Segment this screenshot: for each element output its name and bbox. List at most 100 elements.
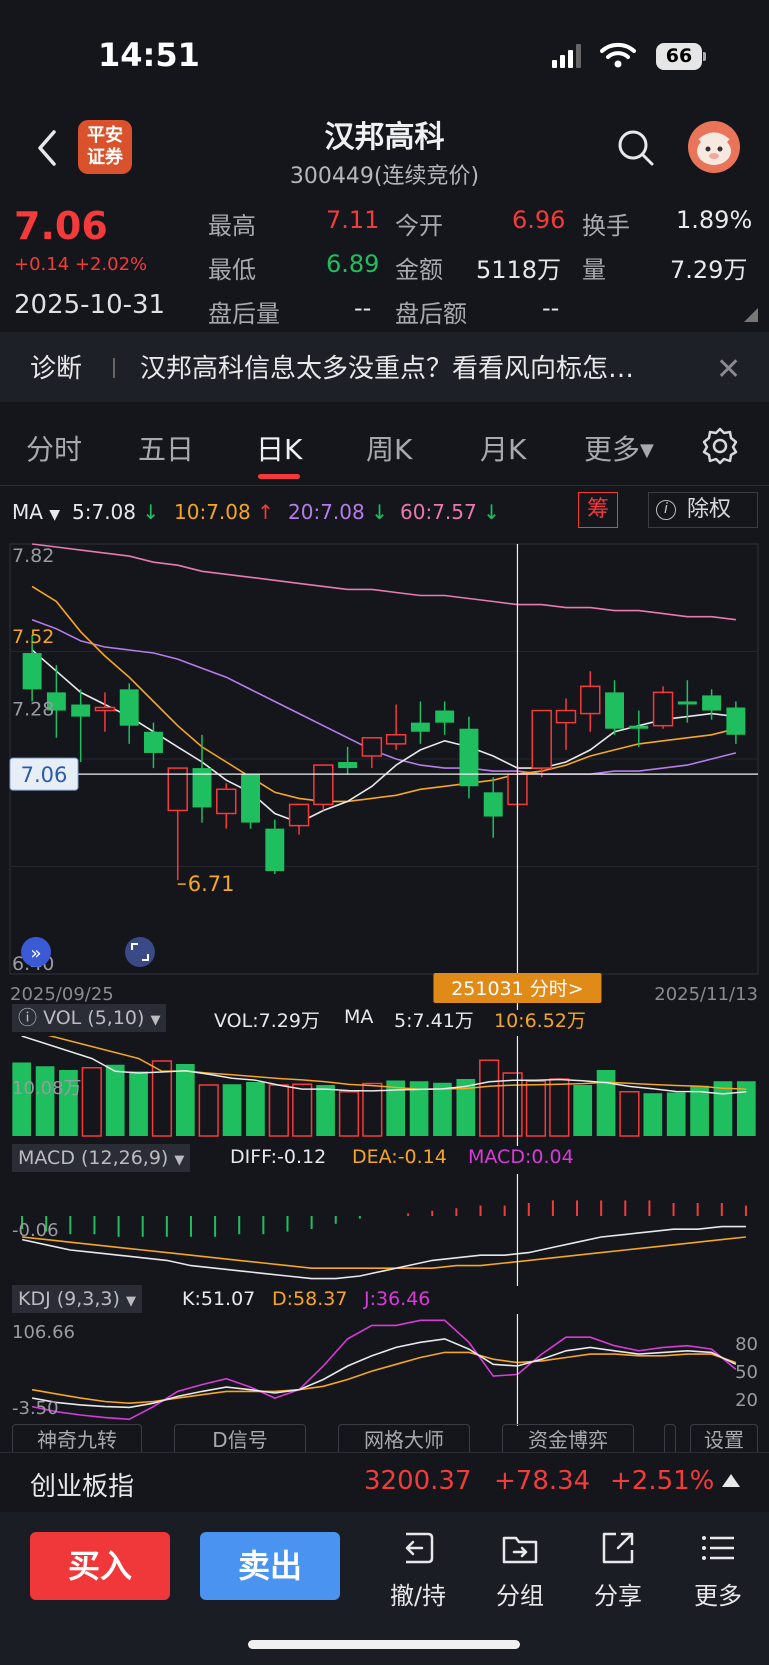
volume-bar	[386, 1080, 406, 1136]
kdj-d: D:58.37	[272, 1288, 348, 1310]
volume-bar	[129, 1071, 148, 1136]
tool-fund-game[interactable]: 资金博弈	[502, 1424, 634, 1454]
tab-intraday[interactable]: 分时	[26, 428, 82, 468]
dropdown-arrow-icon: ▼	[49, 507, 61, 523]
vol-indicator-selector[interactable]: ⓘ VOL (5,10) ▼	[12, 1004, 167, 1032]
volume-bar	[81, 1067, 102, 1137]
volume-chart[interactable]: 10.08万	[0, 1036, 769, 1146]
tab-monthly-k[interactable]: 月K	[480, 428, 526, 468]
volume-bar	[596, 1070, 616, 1136]
candle	[459, 716, 479, 799]
tool-magic-nine[interactable]: 神奇九转	[12, 1424, 142, 1454]
candle	[629, 710, 649, 747]
tab-more-label: 更多	[584, 433, 641, 466]
ma20-value: 20:7.08 ↓	[288, 500, 388, 524]
share-label: 分享	[594, 1582, 642, 1610]
candle-body	[22, 653, 42, 690]
more-button[interactable]: 更多	[678, 1528, 758, 1611]
y-axis-label: 7.52	[12, 626, 54, 648]
macd-chart[interactable]: -0.06	[0, 1174, 769, 1286]
ma10-text: 10:7.08	[174, 500, 251, 524]
share-button[interactable]: 分享	[578, 1528, 658, 1611]
after-volume-value: --	[354, 294, 372, 322]
price-tag-label: 7.06	[21, 763, 68, 787]
index-change: +78.34	[494, 1466, 591, 1496]
macd-title: MACD (12,26,9)	[18, 1147, 169, 1169]
x-axis-start-date: 2025/09/25	[10, 984, 114, 1005]
share-icon	[602, 1532, 634, 1564]
macd-indicator-selector[interactable]: MACD (12,26,9) ▼	[12, 1144, 191, 1172]
vol-ma10: 10:6.52万	[494, 1010, 586, 1032]
group-button[interactable]: 分组	[480, 1528, 560, 1611]
sell-button[interactable]: 卖出	[200, 1532, 340, 1600]
volume-bar	[525, 1080, 547, 1137]
candle-body	[94, 706, 116, 712]
notice-text[interactable]: 汉邦高科信息太多没重点？看看风向标怎…	[140, 348, 710, 385]
macd-dea-line	[22, 1236, 746, 1269]
notice-separator	[113, 358, 115, 378]
chip-distribution-button[interactable]: 筹	[578, 492, 618, 528]
candle	[144, 722, 163, 769]
avatar[interactable]	[688, 121, 740, 173]
candle-body	[338, 762, 358, 769]
candle-body	[361, 737, 383, 757]
vol-ma5: 5:7.41万	[394, 1010, 474, 1032]
arrow-up-icon: ↑	[257, 500, 274, 524]
ma5-text: 5:7.08	[72, 500, 136, 524]
volume-bar	[316, 1085, 335, 1136]
candle	[241, 774, 260, 829]
candle-body	[677, 701, 697, 705]
cancel-hold-button[interactable]: 撤/持	[378, 1528, 458, 1611]
kline-chart[interactable]: 7.827.527.286.407.066.71»2025/09/252025/…	[0, 540, 769, 1010]
vol-title: VOL (5,10)	[43, 1007, 145, 1029]
expand-up-icon[interactable]	[722, 1474, 740, 1487]
tab-five-day[interactable]: 五日	[138, 428, 194, 468]
kdj-chart[interactable]: 106.66 -3.50 80 50 20	[0, 1314, 769, 1426]
battery-indicator: 66	[656, 43, 702, 70]
open-label: 今开	[395, 212, 443, 240]
expand-corner-icon[interactable]	[744, 308, 758, 322]
volume-bar	[502, 1072, 523, 1137]
candle-body	[483, 792, 503, 817]
tab-daily-k[interactable]: 日K	[256, 428, 302, 468]
group-label: 分组	[496, 1582, 544, 1610]
current-price: 7.06	[14, 204, 108, 248]
candle	[192, 734, 212, 823]
index-percent: +2.51%	[610, 1466, 715, 1496]
candle	[119, 683, 139, 744]
tool-partial[interactable]	[664, 1424, 676, 1454]
battery-tip	[703, 52, 706, 61]
volume-bar	[690, 1085, 709, 1136]
tool-settings[interactable]: 设置	[690, 1424, 758, 1454]
candle-body	[555, 709, 577, 724]
volume-bar	[549, 1078, 570, 1137]
tab-weekly-k[interactable]: 周K	[366, 428, 412, 468]
search-icon[interactable]	[616, 128, 656, 168]
candle	[385, 704, 407, 750]
cancel-hold-icon	[405, 1532, 434, 1564]
candle-body	[629, 725, 649, 729]
tool-grid-master[interactable]: 网格大师	[338, 1424, 470, 1454]
volume-bar	[198, 1084, 219, 1137]
candle	[361, 737, 383, 769]
volume-bar	[713, 1081, 733, 1136]
kdj-indicator-selector[interactable]: KDJ (9,3,3) ▼	[12, 1285, 142, 1313]
arrow-down-icon: ↓	[142, 500, 160, 524]
tab-more[interactable]: 更多▼	[584, 428, 654, 468]
candle-body	[216, 788, 237, 815]
ma-label[interactable]: MA ▼	[12, 500, 60, 524]
home-indicator	[248, 1640, 520, 1649]
candle-body	[702, 695, 722, 711]
vol-ma-label: MA	[344, 1006, 374, 1028]
volume-bar	[105, 1064, 125, 1136]
candle	[410, 701, 430, 744]
ma10-value: 10:7.08 ↑	[174, 500, 274, 524]
ma60-text: 60:7.57	[400, 500, 477, 524]
macd-value: MACD:0.04	[468, 1146, 574, 1168]
volume-bar	[619, 1091, 640, 1137]
gear-icon[interactable]	[700, 426, 740, 466]
turnover-label: 换手	[582, 212, 630, 240]
close-icon[interactable]: ✕	[716, 352, 741, 387]
tool-d-signal[interactable]: D信号	[174, 1424, 306, 1454]
buy-button[interactable]: 买入	[30, 1532, 170, 1600]
